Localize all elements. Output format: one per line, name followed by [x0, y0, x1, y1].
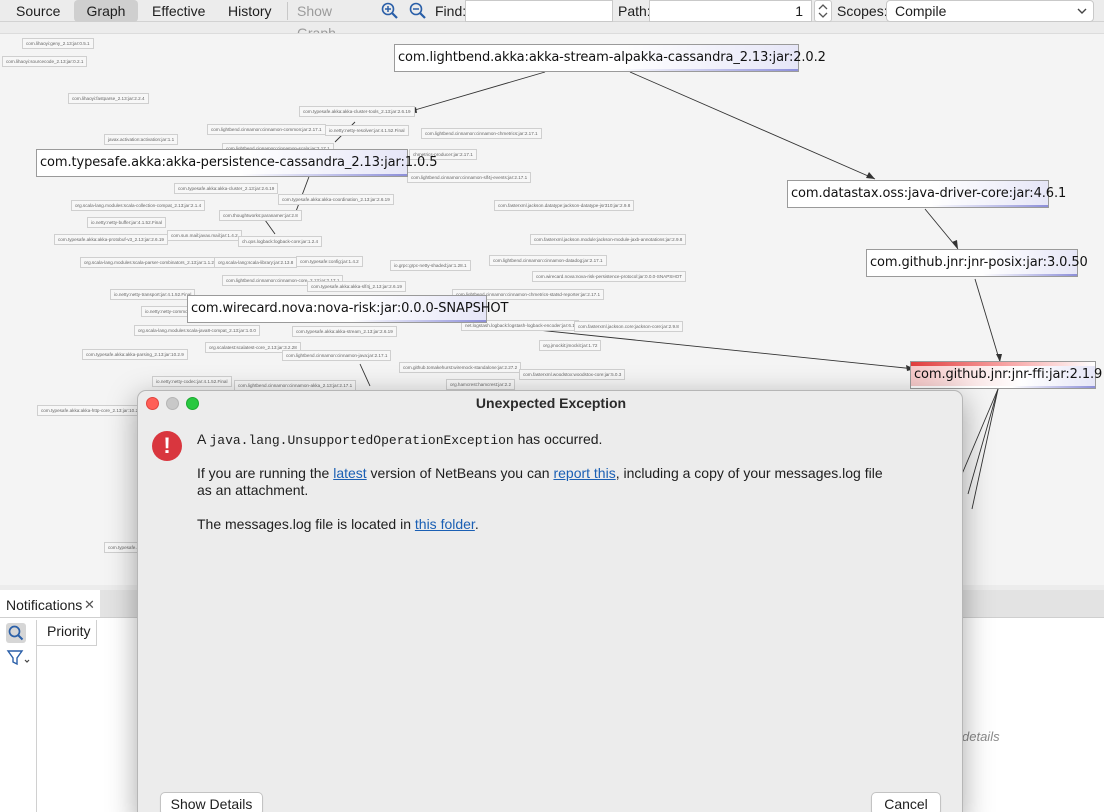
search-toggle[interactable]	[6, 623, 26, 643]
graph-node-driver[interactable]: com.datastax.oss:java-driver-core:jar:4.…	[787, 180, 1066, 208]
graph-node[interactable]: org.hamcrest:hamcrest:jar:2.2	[446, 379, 516, 390]
exception-message: A java.lang.UnsupportedOperationExceptio…	[197, 431, 897, 449]
graph-node[interactable]: org.jmockit:jmockit:jar:1.72	[539, 340, 602, 351]
graph-node[interactable]: com.typesafe.akka:akka-stream_2.13:jar:2…	[292, 326, 397, 337]
graph-node[interactable]: com.lightbend.cinnamon:cinnamon-datadog:…	[489, 255, 607, 266]
report-message: If you are running the latest version of…	[197, 465, 897, 499]
find-label: Find:	[435, 3, 467, 19]
tab-source[interactable]: Source	[16, 0, 60, 22]
graph-node[interactable]: com.lightbend.cinnamon:cinnamon-chmetric…	[421, 128, 542, 139]
find-input[interactable]	[465, 0, 613, 22]
graph-node[interactable]: com.fasterxml.jackson.datatype:jackson-d…	[494, 200, 635, 211]
tab-graph[interactable]: Graph	[74, 0, 138, 22]
zoom-in-icon[interactable]	[380, 1, 400, 21]
graph-node[interactable]: com.wirecard.nova:nova-risk-persistence-…	[532, 271, 687, 282]
message-suffix: has occurred.	[513, 431, 603, 447]
report-text-2: version of NetBeans you can	[366, 465, 554, 481]
details-hint: details	[962, 729, 1000, 744]
latest-link[interactable]: latest	[333, 465, 366, 481]
close-icon[interactable]: ✕	[84, 590, 95, 620]
graph-node[interactable]: ch.qos.logback:logback-core:jar:1.2.4	[238, 236, 323, 247]
this-folder-link[interactable]: this folder	[415, 516, 475, 532]
scopes-label: Scopes:	[837, 3, 888, 19]
graph-node[interactable]: io.netty:netty-codec:jar:4.1.52.Final	[152, 376, 232, 387]
graph-node[interactable]: io.grpc:grpc-netty-shaded:jar:1.28.1	[390, 260, 471, 271]
log-text-2: .	[474, 516, 479, 532]
graph-node[interactable]: com.typesafe.akka:akka-http-core_2.13:ja…	[37, 405, 146, 416]
priority-column-header[interactable]: Priority	[37, 620, 97, 646]
tab-history[interactable]: History	[228, 0, 278, 22]
graph-node[interactable]: org.scala-lang.modules:scala-collection-…	[71, 200, 206, 211]
path-label: Path:	[618, 3, 651, 19]
show-graph-button[interactable]: Show Graph	[297, 0, 373, 41]
graph-toolbar: Source Graph Effective History Show Grap…	[0, 0, 1104, 41]
graph-node[interactable]: com.lightbend.cinnamon:cinnamon-java:jar…	[282, 350, 392, 361]
graph-node[interactable]: com.lightbend.cinnamon:cinnamon-common:j…	[207, 124, 326, 135]
graph-node-persistence[interactable]: com.typesafe.akka:akka-persistence-cassa…	[36, 149, 438, 177]
graph-node[interactable]: com.sun.mail:javax.mail:jar:1.4.2	[167, 230, 242, 241]
error-icon: !	[152, 431, 182, 461]
graph-node[interactable]: com.typesafe.akka:akka-slf4j_2.13:jar:2.…	[307, 281, 406, 292]
graph-node[interactable]: org.scala-lang:scala-library:jar:2.13.8	[214, 257, 298, 268]
graph-node[interactable]: com.typesafe.akka:akka-parsing_2.13:jar:…	[82, 349, 188, 360]
exception-dialog: Unexpected Exception ! A java.lang.Unsup…	[137, 390, 963, 812]
graph-node[interactable]: com.lightbend.cinnamon:cinnamon-slf4j-ev…	[407, 172, 532, 183]
tab-effective[interactable]: Effective	[152, 0, 210, 22]
graph-node[interactable]: com.lihaoyi:fastparse_2.13:jar:2.2.4	[68, 93, 149, 104]
graph-node[interactable]: com.thoughtworks:paranamer:jar:2.8	[219, 210, 302, 221]
graph-node[interactable]: io.netty:netty-resolver:jar:4.1.52.Final	[325, 125, 409, 136]
graph-node[interactable]: io.netty:netty-transport:jar:4.1.52.Fina…	[110, 289, 196, 300]
exception-class: java.lang.UnsupportedOperationException	[209, 433, 514, 448]
graph-node[interactable]: com.fasterxml.woodstox:woodstox-core:jar…	[519, 369, 626, 380]
graph-node[interactable]: com.fasterxml.jackson.core:jackson-core:…	[574, 321, 683, 332]
message-prefix: A	[197, 431, 210, 447]
toolbar-separator	[287, 2, 288, 20]
graph-node[interactable]: com.typesafe.akka:akka-cluster_2.13:jar:…	[174, 183, 279, 194]
graph-node[interactable]: com.lihaoyi:geny_2.13:jar:0.5.1	[22, 38, 94, 49]
graph-node[interactable]: com.github.tomakehurst:wiremock-standalo…	[399, 362, 522, 373]
scopes-value: Compile	[895, 3, 947, 19]
cancel-button[interactable]: Cancel	[871, 792, 941, 812]
graph-node-root[interactable]: com.lightbend.akka:akka-stream-alpakka-c…	[394, 44, 826, 72]
log-location-message: The messages.log file is located in this…	[197, 516, 897, 533]
graph-node[interactable]: javax.activation:activation:jar:1.1	[104, 134, 179, 145]
chevron-down-icon	[1077, 8, 1087, 14]
log-text-1: The messages.log file is located in	[197, 516, 415, 532]
show-details-button[interactable]: Show Details	[160, 792, 263, 812]
graph-node-nova[interactable]: com.wirecard.nova:nova-risk:jar:0.0.0-SN…	[187, 295, 508, 323]
filter-icon[interactable]	[6, 648, 32, 668]
path-stepper[interactable]	[814, 0, 832, 22]
graph-node[interactable]: org.scala-lang.modules:scala-parser-comb…	[80, 257, 218, 268]
report-this-link[interactable]: report this	[553, 465, 615, 481]
zoom-out-icon[interactable]	[408, 1, 428, 21]
report-text-1: If you are running the	[197, 465, 334, 481]
graph-node[interactable]: com.typesafe.akka:akka-protobuf-v3_2.13:…	[54, 234, 168, 245]
path-input[interactable]: 1	[649, 0, 812, 22]
tab-notifications[interactable]: Notifications ✕	[0, 590, 100, 618]
graph-node-ffi[interactable]: com.github.jnr:jnr-ffi:jar:2.1.9	[910, 361, 1102, 389]
scopes-select[interactable]: Compile	[886, 0, 1094, 22]
graph-node[interactable]: com.typesafe:config:jar:1.4.2	[296, 256, 363, 267]
graph-node[interactable]: com.lihaoyi:sourcecode_2.13:jar:0.2.1	[2, 56, 88, 67]
search-icon	[8, 625, 24, 641]
stepper-arrows-icon	[818, 4, 828, 18]
graph-node[interactable]: com.fasterxml.jackson.module:jackson-mod…	[530, 234, 687, 245]
graph-node[interactable]: com.typesafe.akka:akka-coordination_2.13…	[278, 194, 394, 205]
graph-node[interactable]: com.typesafe.akka:akka-cluster-tools_2.1…	[299, 106, 415, 117]
graph-node-posix[interactable]: com.github.jnr:jnr-posix:jar:3.0.50	[866, 249, 1088, 277]
notifications-tab-label: Notifications	[6, 597, 83, 613]
graph-node[interactable]: io.netty:netty-buffer:jar:4.1.52.Final	[87, 217, 166, 228]
graph-node[interactable]: org.scala-lang.modules:scala-java8-compa…	[134, 325, 260, 336]
dialog-title: Unexpected Exception	[475, 395, 627, 411]
